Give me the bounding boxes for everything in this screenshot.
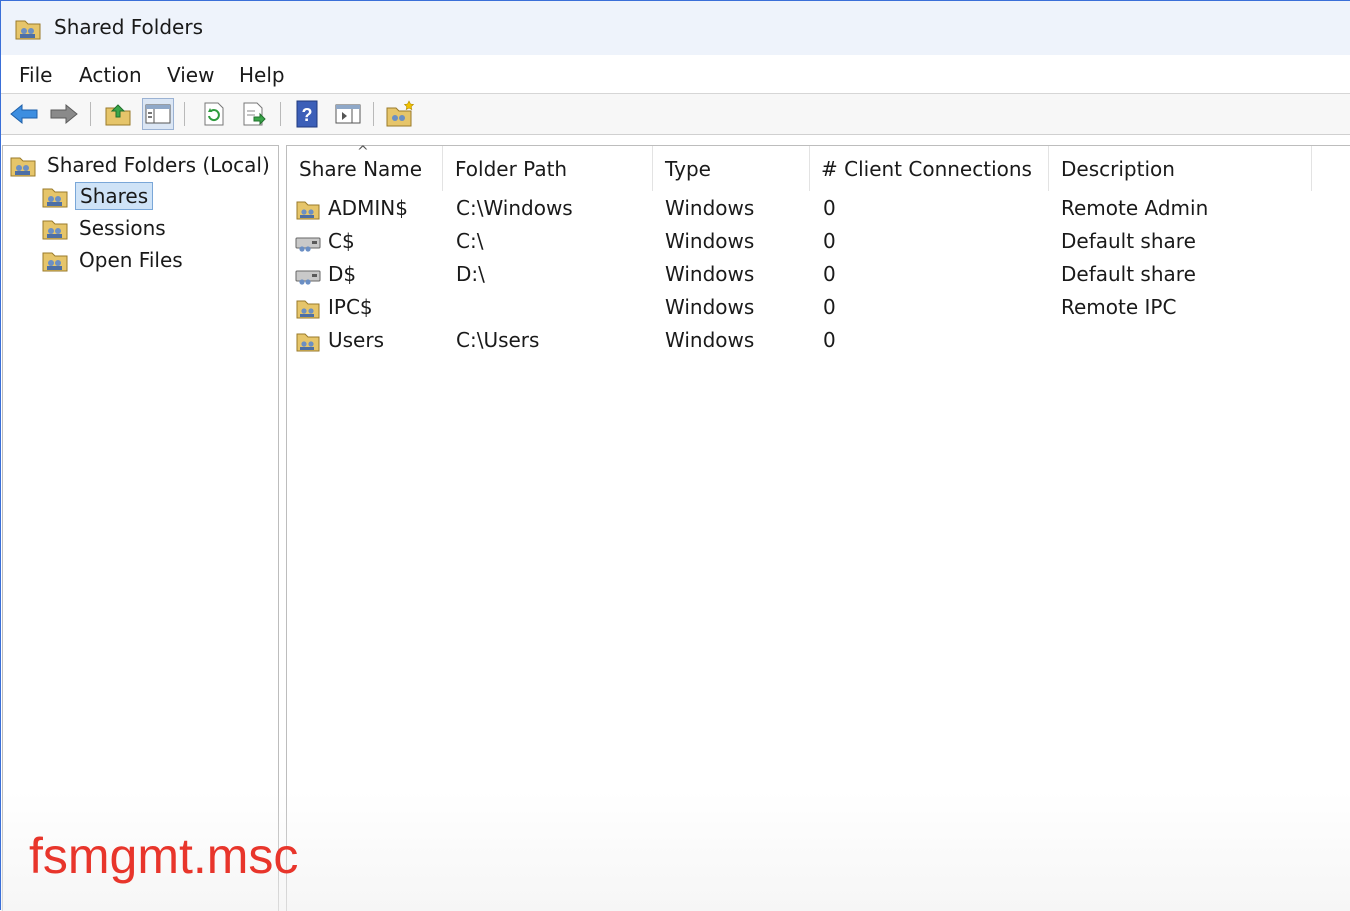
tree-item-label: Open Files (79, 248, 183, 272)
window-title: Shared Folders (54, 15, 203, 39)
sessions-icon (42, 220, 68, 240)
shared-folders-icon (15, 20, 41, 40)
show-hide-console-tree-button[interactable] (142, 98, 174, 130)
toolbar-separator (280, 102, 281, 126)
toolbar-separator (184, 102, 185, 126)
shared-folder-icon (296, 333, 320, 352)
cell-share-name: IPC$ (328, 295, 373, 319)
back-button[interactable] (8, 98, 40, 130)
column-header-folder-path[interactable]: Folder Path (443, 146, 653, 191)
refresh-icon (204, 102, 224, 126)
new-share-button[interactable] (384, 98, 416, 130)
column-header-label: Description (1061, 156, 1175, 181)
forward-arrow-icon (50, 103, 78, 125)
cell-description: Remote IPC (1061, 295, 1177, 319)
shared-folder-icon (296, 300, 320, 319)
shared-drive-icon (295, 237, 321, 252)
column-header-description[interactable]: Description (1049, 146, 1312, 191)
column-header-label: Folder Path (455, 156, 568, 181)
refresh-button[interactable] (198, 98, 230, 130)
up-folder-icon (105, 104, 131, 126)
cell-type: Windows (665, 295, 755, 319)
cell-client-connections: 0 (823, 262, 836, 286)
toolbar-separator (373, 102, 374, 126)
open-files-icon (42, 252, 68, 272)
cell-description: Default share (1061, 262, 1196, 286)
cell-client-connections: 0 (823, 295, 836, 319)
up-one-level-button[interactable] (102, 98, 134, 130)
column-header-share-name[interactable]: ^ Share Name (287, 144, 443, 191)
toolbar: ? (1, 94, 1350, 135)
cell-folder-path: C:\ (456, 229, 484, 253)
menu-bar: File Action View Help (1, 55, 1350, 94)
help-button[interactable]: ? (291, 98, 323, 130)
show-hide-console-tree-icon (145, 104, 171, 124)
back-arrow-icon (10, 103, 38, 125)
cell-type: Windows (665, 196, 755, 220)
cell-client-connections: 0 (823, 196, 836, 220)
cell-share-name: ADMIN$ (328, 196, 408, 220)
cell-description: Remote Admin (1061, 196, 1209, 220)
cell-description: Default share (1061, 229, 1196, 253)
tree-item-label: Sessions (79, 216, 166, 240)
caption-overlay: fsmgmt.msc (29, 828, 299, 884)
table-row[interactable]: IPC$ Windows 0 Remote IPC (287, 291, 1350, 324)
shared-folder-icon (42, 188, 68, 208)
menu-help[interactable]: Help (235, 61, 289, 89)
tree-item-open-files[interactable]: Open Files (41, 245, 187, 275)
show-hide-action-pane-button[interactable] (332, 98, 364, 130)
svg-text:?: ? (302, 105, 313, 125)
cell-share-name: Users (328, 328, 385, 352)
cell-client-connections: 0 (823, 328, 836, 352)
cell-folder-path: D:\ (456, 262, 485, 286)
cell-type: Windows (665, 328, 755, 352)
console-tree: Shared Folders (Local) Shares Sessions O… (2, 145, 279, 911)
column-header-client-connections[interactable]: # Client Connections (810, 146, 1049, 191)
cell-share-name: D$ (328, 262, 357, 286)
table-row[interactable]: ADMIN$ C:\Windows Windows 0 Remote Admin (287, 192, 1350, 225)
shares-list: ^ Share Name Folder Path Type # Client C… (286, 144, 1350, 911)
column-header-label: Type (665, 156, 711, 181)
export-list-icon (243, 102, 266, 126)
forward-button[interactable] (48, 98, 80, 130)
new-share-icon (386, 100, 415, 127)
table-row[interactable]: C$ C:\ Windows 0 Default share (287, 225, 1350, 258)
shared-folders-icon (10, 157, 36, 177)
shared-folders-window: Shared Folders File Action View Help ? S… (0, 0, 1350, 911)
tree-item-shares[interactable]: Shares (41, 181, 154, 211)
menu-file[interactable]: File (15, 61, 56, 89)
cell-type: Windows (665, 262, 755, 286)
cell-folder-path: C:\Users (456, 328, 540, 352)
table-row[interactable]: Users C:\Users Windows 0 (287, 324, 1350, 357)
table-row[interactable]: D$ D:\ Windows 0 Default share (287, 258, 1350, 291)
cell-type: Windows (665, 229, 755, 253)
column-header-label: # Client Connections (821, 156, 1032, 181)
column-header-type[interactable]: Type (653, 146, 810, 191)
sort-ascending-icon: ^ (357, 144, 369, 160)
cell-client-connections: 0 (823, 229, 836, 253)
column-header-label: Share Name (299, 156, 423, 181)
cell-share-name: C$ (328, 229, 355, 253)
shared-drive-icon (295, 270, 321, 285)
shared-folder-icon (296, 201, 320, 220)
show-hide-action-pane-icon (335, 104, 361, 124)
title-bar: Shared Folders (1, 1, 1350, 55)
tree-item-label: Shares (75, 182, 154, 210)
cell-folder-path: C:\Windows (456, 196, 573, 220)
menu-view[interactable]: View (163, 61, 218, 89)
menu-action[interactable]: Action (75, 61, 146, 89)
tree-item-label: Shared Folders (Local) (47, 153, 270, 177)
export-list-button[interactable] (238, 98, 270, 130)
help-icon: ? (296, 100, 318, 128)
tree-item-sessions[interactable]: Sessions (41, 213, 170, 243)
tree-item-shared-folders-local[interactable]: Shared Folders (Local) (9, 150, 274, 180)
toolbar-separator (90, 102, 91, 126)
column-header-row: ^ Share Name Folder Path Type # Client C… (287, 144, 1350, 191)
